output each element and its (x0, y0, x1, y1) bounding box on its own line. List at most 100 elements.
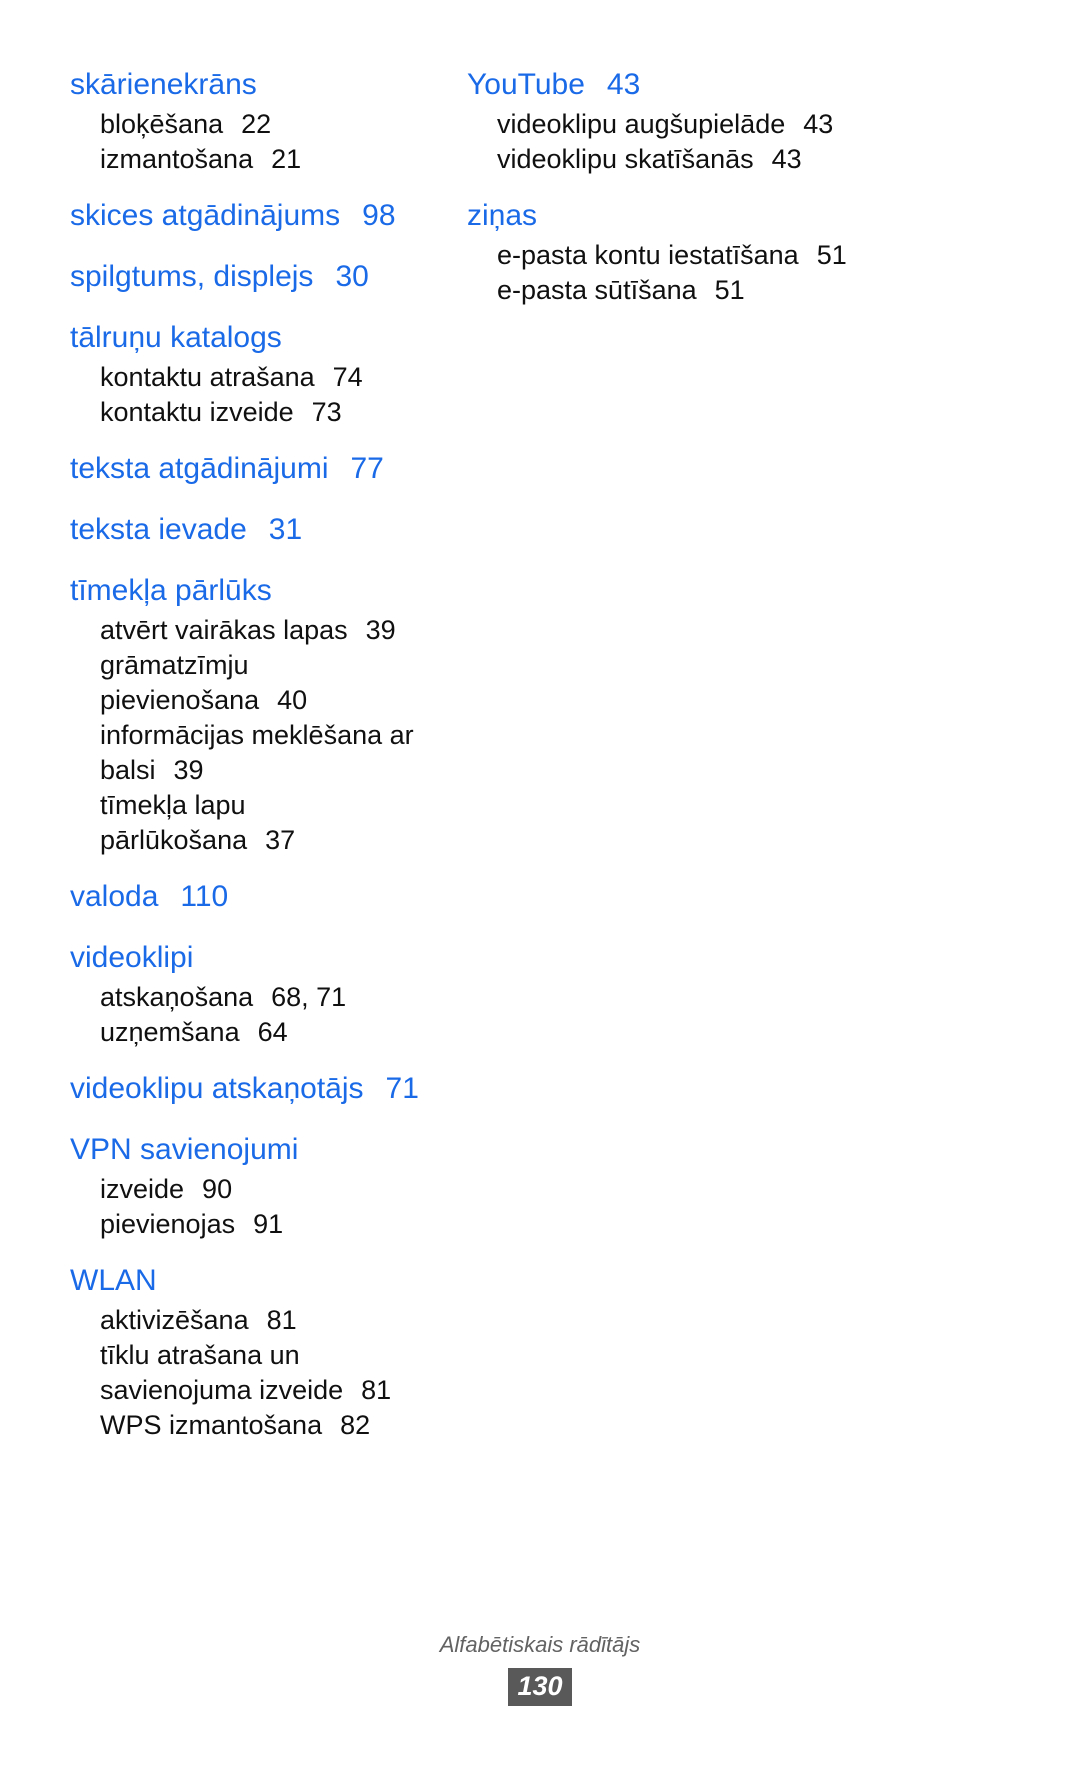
index-entry-page-number: 81 (266, 1305, 297, 1335)
index-heading[interactable]: tīmekļa pārlūks (70, 568, 440, 613)
index-group: videoklipi atskaņošana 68, 71 uzņemšana 64 (70, 935, 440, 1050)
index-heading[interactable]: videoklipi (70, 935, 440, 980)
index-heading[interactable]: spilgtums, displejs 30 (70, 254, 440, 299)
index-entry-label: informācijas meklēšana ar balsi (100, 720, 414, 785)
index-entry-page-number: 74 (332, 362, 363, 392)
index-entry-label: atvērt vairākas lapas (100, 615, 348, 645)
index-heading[interactable]: ziņas (467, 193, 860, 238)
index-entry-label: e-pasta sūtīšana (497, 275, 697, 305)
index-heading[interactable]: teksta atgādinājumi 77 (70, 446, 440, 491)
index-entry[interactable]: WPS izmantošana 82 (70, 1408, 440, 1443)
index-heading-page-number: 71 (385, 1072, 419, 1105)
index-entry[interactable]: pievienojas 91 (70, 1207, 440, 1242)
index-heading-page-number: 43 (606, 68, 641, 101)
index-entry-page-number: 21 (271, 144, 302, 174)
index-entry[interactable]: grāmatzīmju pievienošana 40 (70, 648, 440, 718)
index-column-right: YouTube 43 videoklipu augšupielāde 43 videok… (440, 62, 860, 308)
index-entry-page-number: 51 (816, 240, 847, 270)
index-heading-page-number: 31 (268, 513, 303, 546)
index-entry[interactable]: kontaktu atrašana 74 (70, 360, 440, 395)
index-heading[interactable]: tālruņu katalogs (70, 315, 440, 360)
index-group: WLAN aktivizēšana 81 tīklu atrašana un savi… (70, 1258, 440, 1443)
index-entry-label: bloķēšana (100, 109, 224, 139)
index-heading-label: skārienekrāns (70, 68, 257, 101)
index-entry-label: kontaktu izveide (100, 397, 294, 427)
index-entry[interactable]: e-pasta kontu iestatīšana 51 (467, 238, 857, 273)
index-entry-page-number: 37 (265, 825, 296, 855)
index-group: tālruņu katalogs kontaktu atrašana 74 konta… (70, 315, 440, 430)
index-entry[interactable]: tīmekļa lapu pārlūkošana 37 (70, 788, 440, 858)
index-entry-page-number: 51 (714, 275, 745, 305)
index-entry[interactable]: videoklipu augšupielāde 43 (467, 107, 857, 142)
index-column-left: skārienekrāns bloķēšana 22 izmantošana 21 ski… (0, 62, 440, 1443)
index-entry[interactable]: tīklu atrašana un savienojuma izveide 81 (70, 1338, 440, 1408)
index-entry-label: grāmatzīmju pievienošana (100, 650, 260, 715)
index-entry[interactable]: bloķēšana 22 (70, 107, 440, 142)
index-heading[interactable]: YouTube 43 (467, 62, 860, 107)
index-heading[interactable]: skārienekrāns (70, 62, 440, 107)
index-group: tīmekļa pārlūks atvērt vairākas lapas 39 gr… (70, 568, 440, 858)
index-page: skārienekrāns bloķēšana 22 izmantošana 21 ski… (0, 0, 1080, 1771)
index-heading[interactable]: VPN savienojumi (70, 1127, 440, 1172)
index-heading-page-number: 98 (362, 199, 396, 232)
index-heading-label: YouTube (467, 68, 585, 101)
index-entry-page-number: 68, 71 (271, 982, 347, 1012)
index-entry[interactable]: aktivizēšana 81 (70, 1303, 440, 1338)
index-heading-label: VPN savienojumi (70, 1133, 299, 1166)
index-heading[interactable]: WLAN (70, 1258, 440, 1303)
index-entry[interactable]: e-pasta sūtīšana 51 (467, 273, 857, 308)
index-heading[interactable]: videoklipu atskaņotājs 71 (70, 1066, 440, 1111)
index-group: teksta atgādinājumi 77 (70, 446, 440, 491)
index-group: videoklipu atskaņotājs 71 (70, 1066, 440, 1111)
index-heading-label: WLAN (70, 1264, 157, 1297)
index-entry-label: izmantošana (100, 144, 254, 174)
index-entry[interactable]: izmantošana 21 (70, 142, 440, 177)
index-group: valoda 110 (70, 874, 440, 919)
index-entry[interactable]: videoklipu skatīšanās 43 (467, 142, 857, 177)
index-entry[interactable]: uzņemšana 64 (70, 1015, 440, 1050)
index-entry[interactable]: kontaktu izveide 73 (70, 395, 440, 430)
index-entry-label: izveide (100, 1174, 185, 1204)
index-heading-label: teksta ievade (70, 513, 247, 546)
index-entry-page-number: 82 (340, 1410, 371, 1440)
index-entry-page-number: 81 (361, 1375, 392, 1405)
index-heading[interactable]: skices atgādinājums 98 (70, 193, 440, 238)
index-entry[interactable]: atvērt vairākas lapas 39 (70, 613, 440, 648)
page-footer: Alfabētiskais rādītājs 130 (0, 1630, 1080, 1706)
index-heading[interactable]: teksta ievade 31 (70, 507, 440, 552)
index-group: skārienekrāns bloķēšana 22 izmantošana 21 (70, 62, 440, 177)
index-entry-label: pievienojas (100, 1209, 236, 1239)
index-entry-page-number: 43 (803, 109, 834, 139)
index-heading[interactable]: valoda 110 (70, 874, 440, 919)
index-entry-label: kontaktu atrašana (100, 362, 315, 392)
footer-section-label: Alfabētiskais rādītājs (439, 1632, 641, 1657)
index-heading-label: valoda (70, 880, 159, 913)
index-heading-page-number: 110 (180, 880, 229, 913)
index-columns: skārienekrāns bloķēšana 22 izmantošana 21 ski… (0, 62, 1080, 1443)
index-entry-label: videoklipu skatīšanās (497, 144, 754, 174)
index-entry-label: WPS izmantošana (100, 1410, 323, 1440)
index-heading-label: videoklipi (70, 941, 194, 974)
index-group: ziņas e-pasta kontu iestatīšana 51 e-pasta … (467, 193, 860, 308)
index-entry-page-number: 43 (771, 144, 802, 174)
index-entry-page-number: 91 (253, 1209, 284, 1239)
index-heading-page-number: 30 (335, 260, 369, 293)
index-heading-label: skices atgādinājums (70, 199, 341, 232)
index-heading-label: tīmekļa pārlūks (70, 574, 272, 607)
index-entry-page-number: 73 (311, 397, 342, 427)
index-entry-label: atskaņošana (100, 982, 254, 1012)
index-heading-label: spilgtums, displejs (70, 260, 314, 293)
index-group: spilgtums, displejs 30 (70, 254, 440, 299)
index-entry-page-number: 64 (257, 1017, 288, 1047)
index-entry-page-number: 39 (365, 615, 396, 645)
index-entry-label: videoklipu augšupielāde (497, 109, 786, 139)
footer-page-number: 130 (508, 1668, 572, 1706)
index-group: teksta ievade 31 (70, 507, 440, 552)
index-entry-label: tīmekļa lapu pārlūkošana (100, 790, 248, 855)
index-entry-page-number: 39 (173, 755, 204, 785)
index-entry[interactable]: atskaņošana 68, 71 (70, 980, 440, 1015)
index-entry[interactable]: informācijas meklēšana ar balsi 39 (70, 718, 440, 788)
index-entry-page-number: 40 (277, 685, 308, 715)
index-entry[interactable]: izveide 90 (70, 1172, 440, 1207)
index-group: VPN savienojumi izveide 90 pievienojas 91 (70, 1127, 440, 1242)
